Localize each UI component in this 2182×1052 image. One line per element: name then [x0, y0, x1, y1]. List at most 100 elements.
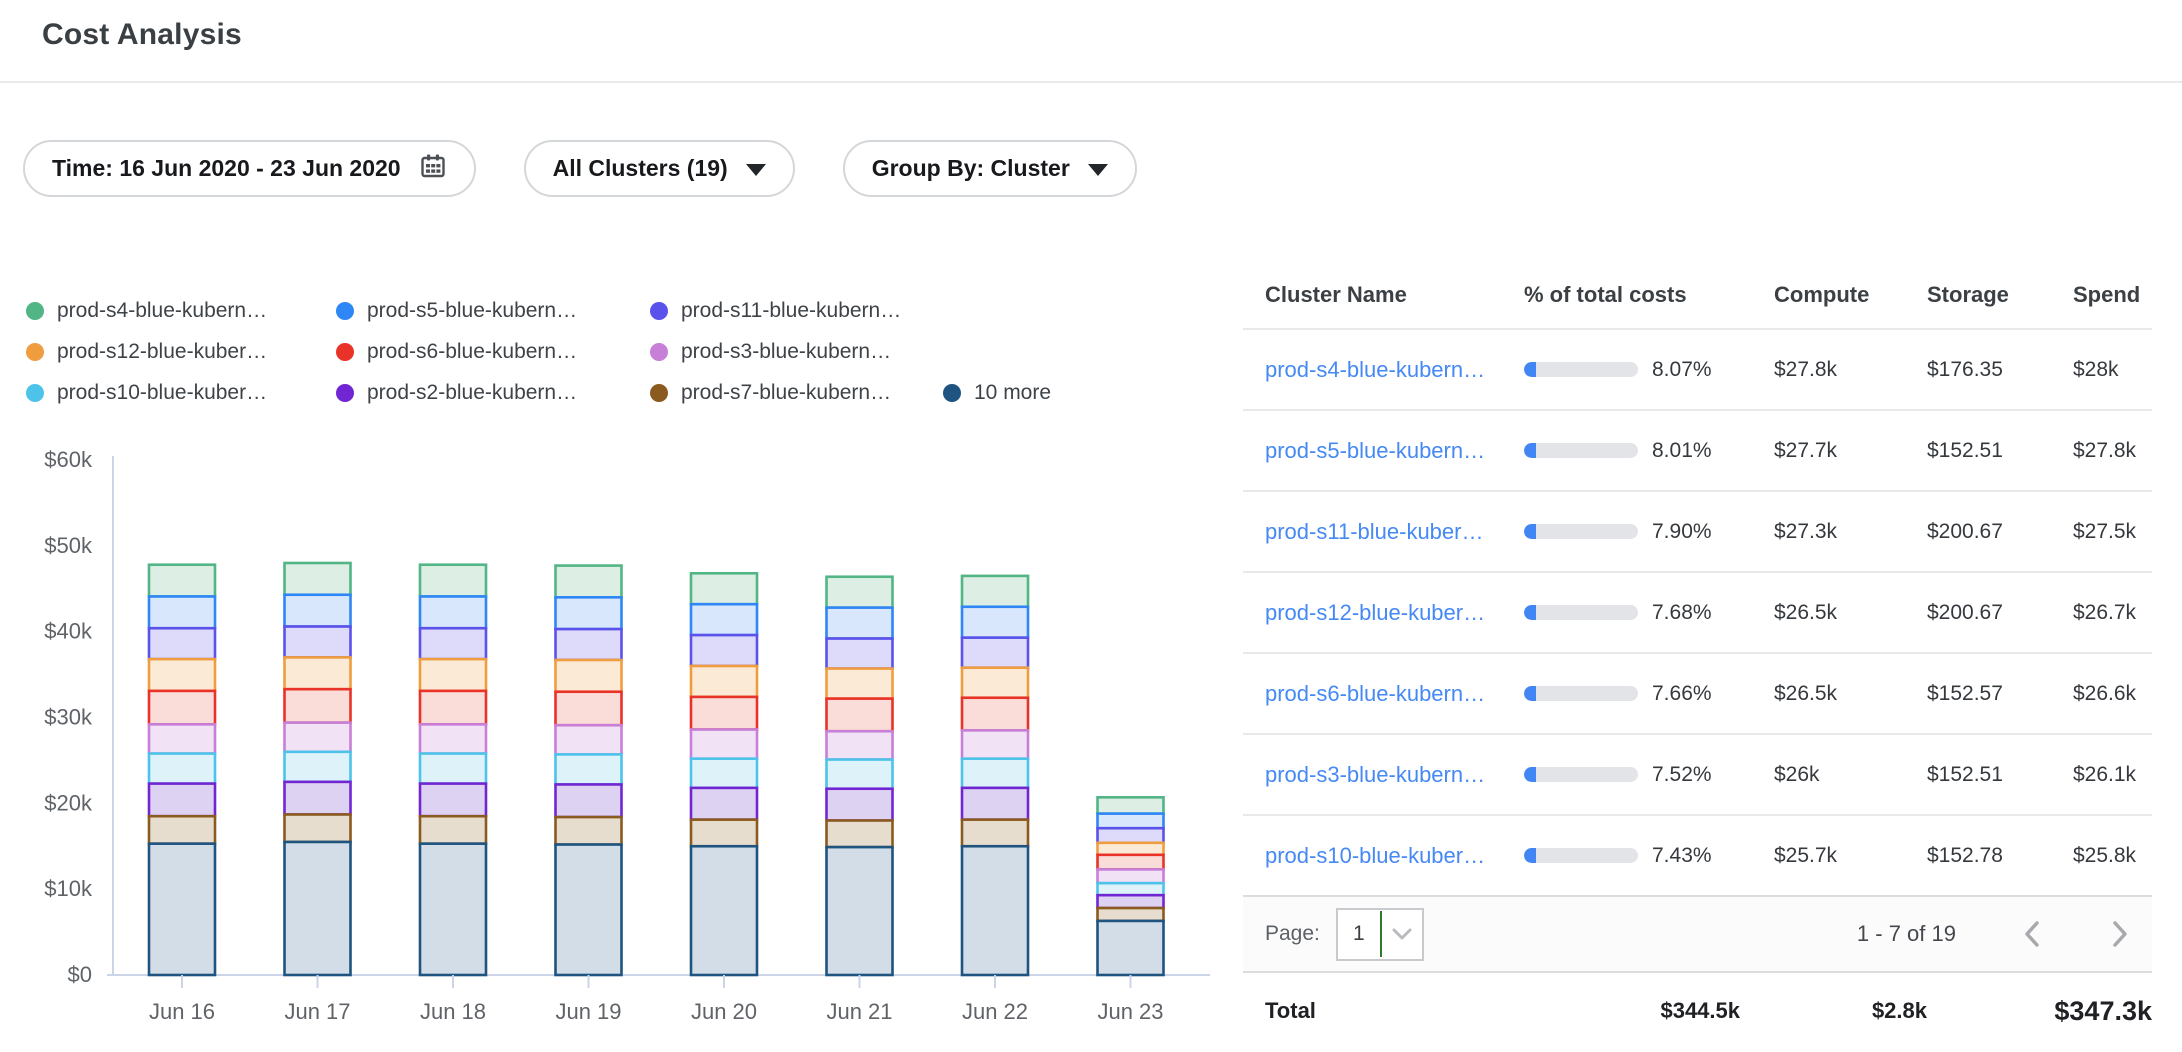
bar-segment[interactable]: [149, 844, 215, 975]
bar-segment[interactable]: [285, 689, 351, 722]
time-range-filter-button[interactable]: Time: 16 Jun 2020 - 23 Jun 2020: [23, 140, 476, 197]
bar-segment[interactable]: [556, 817, 622, 844]
bar-segment[interactable]: [285, 723, 351, 752]
bar-segment[interactable]: [149, 628, 215, 659]
bar-segment[interactable]: [691, 666, 757, 697]
legend-item[interactable]: prod-s5-blue-kubern…: [336, 299, 650, 323]
bar-segment[interactable]: [1098, 895, 1164, 908]
bar-segment[interactable]: [827, 669, 893, 699]
legend-item[interactable]: 10 more: [943, 381, 1051, 405]
legend-item[interactable]: prod-s10-blue-kuber…: [26, 381, 336, 405]
bar-segment[interactable]: [420, 565, 486, 597]
bar-segment[interactable]: [149, 691, 215, 724]
legend-item[interactable]: prod-s4-blue-kubern…: [26, 299, 336, 323]
page-select[interactable]: 1: [1336, 908, 1424, 961]
bar-segment[interactable]: [691, 820, 757, 847]
bar-segment[interactable]: [556, 754, 622, 784]
bar-segment[interactable]: [962, 576, 1028, 607]
bar-segment[interactable]: [827, 821, 893, 848]
bar-segment[interactable]: [556, 629, 622, 660]
legend-item[interactable]: prod-s3-blue-kubern…: [650, 340, 943, 364]
legend-item[interactable]: prod-s7-blue-kubern…: [650, 381, 943, 405]
bar-segment[interactable]: [285, 595, 351, 627]
bar-segment[interactable]: [691, 846, 757, 975]
bar-segment[interactable]: [962, 730, 1028, 758]
bar-segment[interactable]: [691, 635, 757, 666]
bar-segment[interactable]: [827, 789, 893, 821]
bar-segment[interactable]: [285, 782, 351, 815]
bar-segment[interactable]: [962, 846, 1028, 975]
bar-segment[interactable]: [1098, 843, 1164, 855]
legend-item[interactable]: prod-s12-blue-kuber…: [26, 340, 336, 364]
bar-segment[interactable]: [149, 724, 215, 753]
bar-segment[interactable]: [1098, 797, 1164, 813]
bar-segment[interactable]: [962, 638, 1028, 668]
bar-segment[interactable]: [556, 784, 622, 817]
bar-segment[interactable]: [1098, 814, 1164, 829]
bar-segment[interactable]: [1098, 883, 1164, 895]
bar-segment[interactable]: [420, 691, 486, 724]
cluster-name-link[interactable]: prod-s11-blue-kuber…: [1265, 519, 1483, 544]
bar-segment[interactable]: [691, 788, 757, 820]
bar-segment[interactable]: [962, 668, 1028, 698]
bar-segment[interactable]: [149, 816, 215, 843]
bar-segment[interactable]: [149, 659, 215, 691]
cluster-name-link[interactable]: prod-s5-blue-kubern…: [1265, 438, 1485, 463]
next-page-button[interactable]: [2108, 918, 2132, 950]
bar-segment[interactable]: [556, 597, 622, 629]
cluster-name-link[interactable]: prod-s12-blue-kuber…: [1265, 600, 1485, 625]
bar-segment[interactable]: [691, 759, 757, 788]
bar-segment[interactable]: [285, 627, 351, 658]
bar-segment[interactable]: [691, 730, 757, 759]
bar-segment[interactable]: [556, 566, 622, 598]
previous-page-button[interactable]: [2020, 918, 2044, 950]
bar-segment[interactable]: [556, 845, 622, 975]
bar-segment[interactable]: [691, 697, 757, 730]
legend-item[interactable]: prod-s2-blue-kubern…: [336, 381, 650, 405]
bar-segment[interactable]: [556, 725, 622, 754]
cluster-name-link[interactable]: prod-s4-blue-kubern…: [1265, 357, 1485, 382]
bar-segment[interactable]: [420, 844, 486, 975]
legend-item[interactable]: prod-s6-blue-kubern…: [336, 340, 650, 364]
cluster-name-link[interactable]: prod-s3-blue-kubern…: [1265, 762, 1485, 787]
bar-segment[interactable]: [285, 752, 351, 782]
bar-segment[interactable]: [149, 754, 215, 784]
bar-segment[interactable]: [827, 847, 893, 975]
bar-segment[interactable]: [556, 660, 622, 692]
bar-segment[interactable]: [827, 608, 893, 639]
bar-segment[interactable]: [149, 784, 215, 817]
bar-segment[interactable]: [962, 788, 1028, 820]
bar-segment[interactable]: [1098, 921, 1164, 975]
bar-segment[interactable]: [285, 814, 351, 841]
bar-segment[interactable]: [962, 820, 1028, 847]
bar-segment[interactable]: [962, 759, 1028, 788]
bar-segment[interactable]: [420, 724, 486, 753]
bar-segment[interactable]: [827, 577, 893, 608]
bar-segment[interactable]: [1098, 869, 1164, 883]
bar-segment[interactable]: [420, 784, 486, 817]
bar-segment[interactable]: [149, 596, 215, 628]
legend-item[interactable]: prod-s11-blue-kubern…: [650, 299, 943, 323]
bar-segment[interactable]: [1098, 908, 1164, 921]
bar-segment[interactable]: [149, 565, 215, 597]
bar-segment[interactable]: [420, 596, 486, 628]
bar-segment[interactable]: [1098, 855, 1164, 870]
bar-segment[interactable]: [691, 573, 757, 604]
group-by-dropdown[interactable]: Group By: Cluster: [843, 140, 1137, 197]
cluster-name-link[interactable]: prod-s6-blue-kubern…: [1265, 681, 1485, 706]
clusters-filter-dropdown[interactable]: All Clusters (19): [524, 140, 795, 197]
bar-segment[interactable]: [827, 699, 893, 732]
bar-segment[interactable]: [285, 563, 351, 595]
bar-segment[interactable]: [1098, 828, 1164, 843]
bar-segment[interactable]: [827, 760, 893, 789]
bar-segment[interactable]: [962, 607, 1028, 638]
bar-segment[interactable]: [420, 659, 486, 691]
bar-segment[interactable]: [556, 692, 622, 725]
bar-segment[interactable]: [420, 816, 486, 843]
bar-segment[interactable]: [420, 628, 486, 659]
bar-segment[interactable]: [285, 842, 351, 975]
cluster-name-link[interactable]: prod-s10-blue-kuber…: [1265, 843, 1485, 868]
bar-segment[interactable]: [691, 604, 757, 635]
bar-segment[interactable]: [827, 731, 893, 759]
bar-segment[interactable]: [827, 639, 893, 669]
